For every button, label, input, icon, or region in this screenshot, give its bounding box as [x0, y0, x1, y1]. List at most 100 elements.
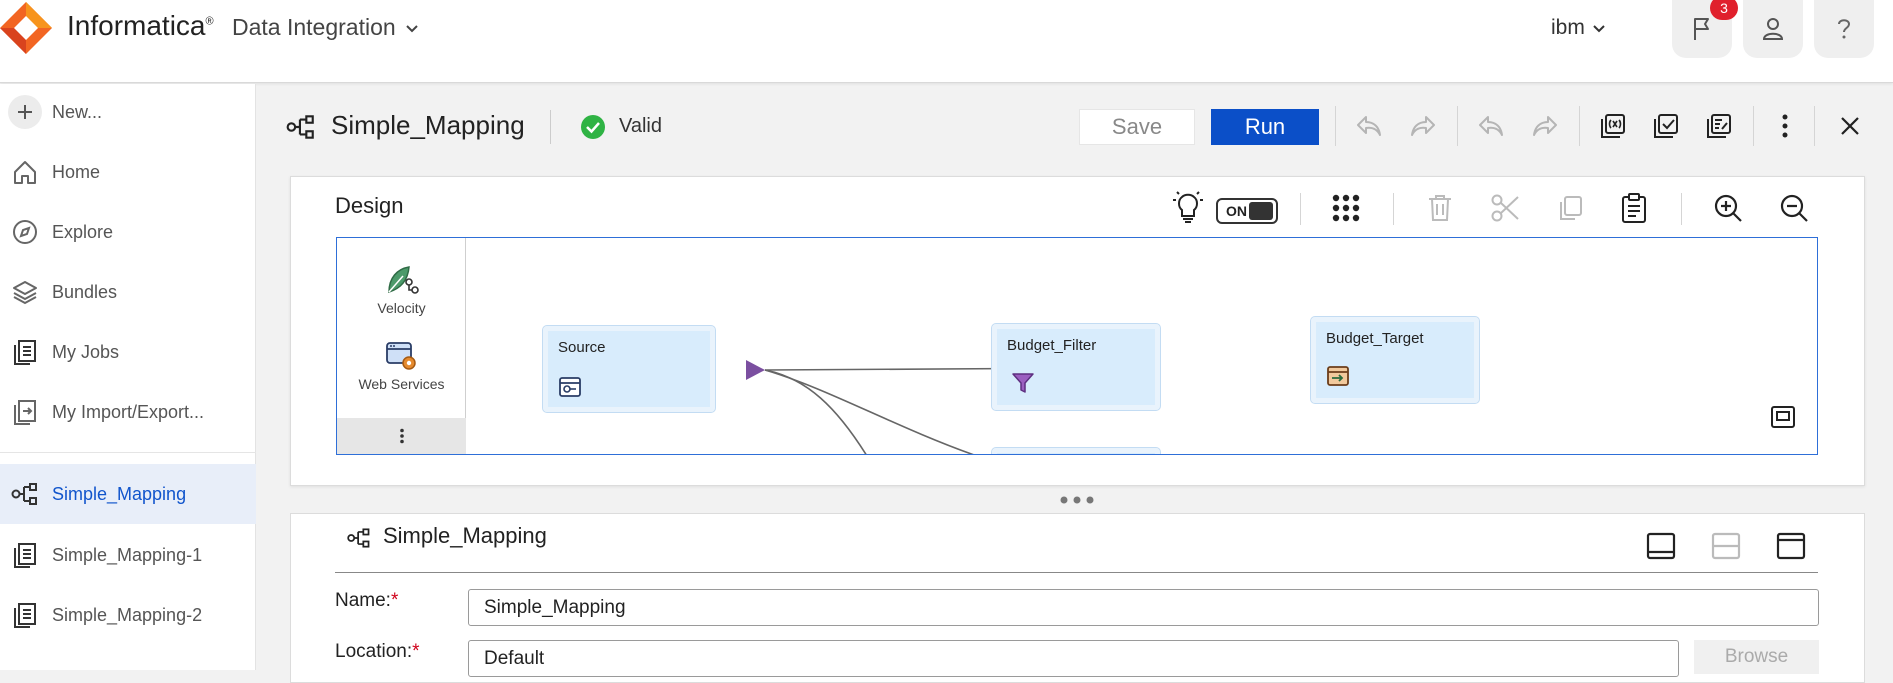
- more-vertical-icon: [1780, 113, 1790, 139]
- toolbar-divider: [1335, 106, 1336, 146]
- sidebar-item-label: My Import/Export...: [52, 401, 205, 422]
- parameters-button[interactable]: [1593, 106, 1633, 146]
- undo-all-button[interactable]: [1471, 106, 1511, 146]
- sidebar-item-label: Explore: [52, 221, 114, 242]
- location-field[interactable]: [468, 640, 1679, 677]
- node-label: Source: [558, 339, 606, 356]
- paste-button[interactable]: [1614, 188, 1654, 228]
- delete-button[interactable]: [1420, 188, 1460, 228]
- redo-all-button[interactable]: [1525, 106, 1565, 146]
- toolbar-divider: [1814, 106, 1815, 146]
- close-button[interactable]: [1830, 106, 1870, 146]
- sidebar-tab-label: Simple_Mapping-2: [52, 604, 203, 625]
- undo-icon: [1476, 113, 1506, 139]
- toggle-knob: [1249, 202, 1273, 220]
- brand-name: Informatica®: [67, 10, 214, 41]
- app-switcher[interactable]: Data Integration: [232, 14, 420, 41]
- save-button[interactable]: Save: [1079, 109, 1195, 145]
- toolbar-divider: [1300, 193, 1301, 225]
- mapping-canvas[interactable]: Velocity Web Services Source Budget_Filt…: [336, 237, 1818, 455]
- redo-button[interactable]: [1403, 106, 1443, 146]
- fit-to-view-button[interactable]: [1767, 401, 1799, 433]
- org-switcher[interactable]: ibm: [1551, 16, 1607, 40]
- sidebar-item-label: New...: [52, 101, 103, 122]
- sidebar-tab-simple-mapping-1[interactable]: Simple_Mapping-1: [0, 526, 256, 584]
- node-label: Budget_Filter: [1007, 337, 1097, 354]
- user-menu-button[interactable]: [1743, 0, 1803, 58]
- panel-top-icon: [1775, 531, 1807, 561]
- source-output-port: [746, 360, 765, 380]
- target-icon: [1326, 364, 1350, 388]
- zoom-in-icon: [1713, 193, 1743, 223]
- design-panel-title: Design: [335, 193, 404, 218]
- notification-badge: 3: [1710, 0, 1738, 20]
- toolbar-divider: [1457, 106, 1458, 146]
- copy-icon: [1555, 193, 1585, 223]
- check-circle-icon: [580, 114, 606, 140]
- arrange-all-button[interactable]: [1326, 188, 1366, 228]
- mapping-icon: [285, 114, 317, 140]
- panel-resize-handle[interactable]: [1058, 494, 1098, 506]
- chevron-down-icon: [404, 20, 420, 36]
- sidebar-item-explore[interactable]: Explore: [0, 204, 256, 260]
- mapping-icon: [346, 527, 372, 549]
- minimap-icon: [1770, 405, 1796, 429]
- zoom-out-button[interactable]: [1774, 188, 1814, 228]
- validate-icon: [1651, 111, 1681, 141]
- sidebar: New... Home Explore Bundles My Jobs My I…: [0, 84, 256, 670]
- help-icon: [1831, 16, 1857, 42]
- grid-icon: [1331, 193, 1361, 223]
- sidebar-item-new[interactable]: New...: [0, 84, 256, 140]
- sidebar-tab-label: Simple_Mapping: [52, 483, 187, 504]
- more-actions-button[interactable]: [1765, 106, 1805, 146]
- recommendations-icon[interactable]: [1168, 188, 1208, 228]
- toolbar-divider: [1753, 106, 1754, 146]
- layers-icon: [8, 275, 42, 309]
- name-field[interactable]: [468, 589, 1819, 626]
- recommendations-toggle[interactable]: ON: [1216, 198, 1278, 224]
- node-budget-target[interactable]: Budget_Target: [1310, 316, 1480, 404]
- sidebar-tab-simple-mapping-2[interactable]: Simple_Mapping-2: [0, 586, 256, 644]
- import-export-icon: [8, 395, 42, 429]
- scissors-icon: [1490, 193, 1520, 223]
- dock-middle-button[interactable]: [1706, 526, 1746, 566]
- undo-button[interactable]: [1349, 106, 1389, 146]
- run-button[interactable]: Run: [1211, 109, 1319, 145]
- mapping-title: Simple_Mapping: [331, 110, 525, 140]
- copy-button[interactable]: [1550, 188, 1590, 228]
- validate-button[interactable]: [1646, 106, 1686, 146]
- registered-mark: ®: [205, 15, 214, 28]
- dock-bottom-button[interactable]: [1641, 526, 1681, 566]
- sidebar-item-label: Bundles: [52, 281, 118, 302]
- mapping-properties-button[interactable]: [1699, 106, 1739, 146]
- sidebar-item-import-export[interactable]: My Import/Export...: [0, 384, 256, 440]
- link-source-down-2: [764, 369, 974, 454]
- sidebar-item-label: Home: [52, 161, 101, 182]
- chevron-down-icon: [1591, 20, 1607, 36]
- required-mark: *: [390, 590, 399, 611]
- zoom-out-icon: [1779, 193, 1809, 223]
- node-partial-below[interactable]: [991, 447, 1161, 454]
- toolbar-divider: [1393, 193, 1394, 225]
- help-button[interactable]: [1814, 0, 1874, 58]
- compass-icon: [8, 215, 42, 249]
- sidebar-item-bundles[interactable]: Bundles: [0, 264, 256, 320]
- title-divider: [550, 110, 551, 144]
- source-icon: [558, 375, 582, 399]
- dock-top-button[interactable]: [1771, 526, 1811, 566]
- jobs-icon: [8, 538, 42, 572]
- browse-button[interactable]: Browse: [1694, 640, 1819, 674]
- cut-button[interactable]: [1485, 188, 1525, 228]
- toolbar-divider: [1579, 106, 1580, 146]
- sidebar-item-label: My Jobs: [52, 341, 120, 362]
- close-icon: [1839, 115, 1861, 137]
- node-source[interactable]: Source: [542, 325, 716, 413]
- sidebar-tab-simple-mapping[interactable]: Simple_Mapping: [0, 464, 256, 524]
- node-budget-filter[interactable]: Budget_Filter: [991, 323, 1161, 411]
- undo-icon: [1354, 113, 1384, 139]
- sidebar-item-my-jobs[interactable]: My Jobs: [0, 324, 256, 380]
- zoom-in-button[interactable]: [1708, 188, 1748, 228]
- sidebar-item-home[interactable]: Home: [0, 144, 256, 200]
- informatica-logo[interactable]: [0, 2, 52, 54]
- redo-icon: [1408, 113, 1438, 139]
